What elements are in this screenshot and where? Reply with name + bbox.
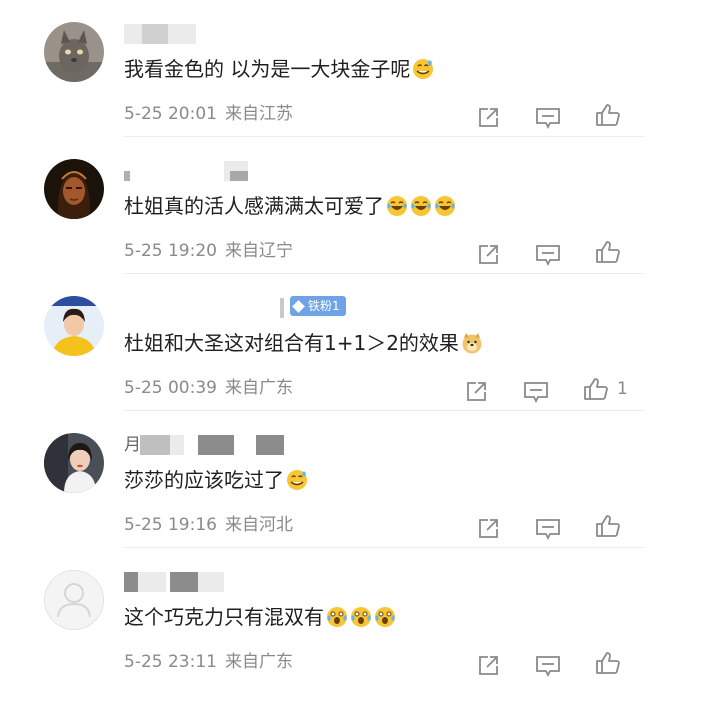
comment-icon[interactable]	[535, 104, 561, 132]
comment-location: 来自辽宁	[224, 241, 293, 261]
comment-item: 杜姐真的活人感满满太可爱了 5-25 19:20 来自辽宁	[0, 137, 704, 274]
comment-location: 来自江苏	[224, 104, 293, 124]
comment-item: 铁粉1 杜姐和大圣这对组合有1+1＞2的效果 5-25 00:39 来自广东 1	[0, 274, 704, 411]
comment-text: 莎莎的应该吃过了	[124, 468, 284, 492]
sweat-smile-emoji-icon	[287, 470, 307, 490]
username-redacted[interactable]	[124, 570, 364, 594]
comment-item: 月 莎莎的应该吃过了 5-25 19:16 来自河北	[0, 411, 704, 548]
thumbs-up-icon[interactable]: 1	[583, 375, 628, 403]
dark-portrait-avatar[interactable]	[44, 159, 104, 219]
cat-photo-avatar[interactable]	[44, 22, 104, 82]
comment-time: 5-25 19:20	[124, 241, 217, 261]
selfie-avatar[interactable]	[44, 433, 104, 493]
comment-list: 我看金色的 以为是一大块金子呢 5-25 20:01 来自江苏 杜姐真的活人感满…	[0, 0, 704, 714]
default-user-avatar[interactable]	[44, 570, 104, 630]
laugh-cry-emoji-icon	[411, 196, 431, 216]
shocked-emoji-icon	[375, 607, 395, 627]
comment-icon[interactable]	[535, 652, 561, 680]
username-fragment: 月	[124, 435, 141, 455]
comment-item: 我看金色的 以为是一大块金子呢 5-25 20:01 来自江苏	[0, 0, 704, 137]
comment-time: 5-25 00:39	[124, 378, 217, 398]
comment-text: 杜姐和大圣这对组合有1+1＞2的效果	[124, 331, 459, 355]
comment-text: 这个巧克力只有混双有	[124, 605, 324, 629]
comment-text: 杜姐真的活人感满满太可爱了	[124, 194, 384, 218]
comment-location: 来自河北	[224, 515, 293, 535]
comment-location: 来自广东	[224, 378, 293, 398]
comment-icon[interactable]	[535, 241, 561, 269]
comment-text-row: 这个巧克力只有混双有	[124, 604, 396, 630]
comment-meta: 5-25 20:01 来自江苏	[124, 103, 293, 125]
shocked-emoji-icon	[327, 607, 347, 627]
comment-meta: 5-25 00:39 来自广东	[124, 377, 293, 399]
diamond-icon	[292, 299, 305, 313]
comment-meta: 5-25 23:11 来自广东	[124, 651, 293, 673]
comment-icon[interactable]	[523, 378, 549, 406]
comment-text-row: 杜姐真的活人感满满太可爱了	[124, 193, 456, 219]
laugh-cry-emoji-icon	[387, 196, 407, 216]
share-icon[interactable]	[476, 241, 500, 269]
doge-emoji-icon	[462, 333, 482, 354]
comment-location: 来自广东	[224, 652, 293, 672]
comment-text-row: 我看金色的 以为是一大块金子呢	[124, 56, 434, 82]
like-count: 1	[617, 379, 628, 399]
comment-text: 我看金色的 以为是一大块金子呢	[124, 57, 411, 81]
comment-text-row: 莎莎的应该吃过了	[124, 467, 308, 493]
thumbs-up-icon[interactable]	[595, 101, 629, 129]
username-redacted[interactable]: 月	[124, 433, 364, 457]
thumbs-up-icon[interactable]	[595, 238, 629, 266]
comment-time: 5-25 23:11	[124, 652, 217, 672]
share-icon[interactable]	[476, 652, 500, 680]
share-icon[interactable]	[476, 515, 500, 543]
shocked-emoji-icon	[351, 607, 371, 627]
fan-level-badge: 铁粉1	[290, 296, 346, 316]
comment-time: 5-25 19:16	[124, 515, 217, 535]
comment-meta: 5-25 19:16 来自河北	[124, 514, 293, 536]
username-redacted[interactable]	[124, 159, 364, 183]
comment-meta: 5-25 19:20 来自辽宁	[124, 240, 293, 262]
sweat-smile-emoji-icon	[413, 59, 434, 79]
comment-time: 5-25 20:01	[124, 104, 217, 124]
share-icon[interactable]	[476, 104, 500, 132]
share-icon[interactable]	[464, 378, 488, 406]
comment-icon[interactable]	[535, 515, 561, 543]
comment-item: 这个巧克力只有混双有 5-25 23:11 来自广东	[0, 548, 704, 685]
yellow-shirt-avatar[interactable]	[44, 296, 104, 356]
laugh-cry-emoji-icon	[435, 196, 455, 216]
thumbs-up-icon[interactable]	[595, 649, 629, 677]
username-redacted[interactable]	[124, 22, 364, 46]
username-redacted[interactable]: 铁粉1	[124, 296, 364, 320]
thumbs-up-icon[interactable]	[595, 512, 629, 540]
comment-text-row: 杜姐和大圣这对组合有1+1＞2的效果	[124, 330, 483, 356]
fan-badge-label: 铁粉1	[308, 299, 340, 313]
